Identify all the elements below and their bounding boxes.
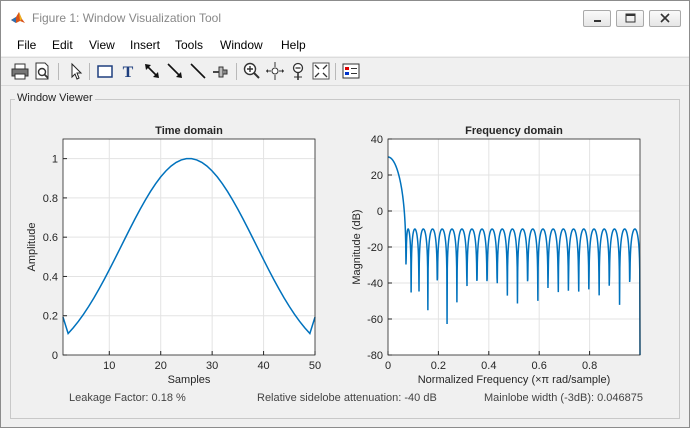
x-tick-label: 0 — [385, 360, 391, 372]
figure-window: Figure 1: Window Visualization Tool File… — [0, 0, 690, 428]
x-tick-label: 30 — [206, 360, 218, 372]
x-axis-label: Samples — [168, 374, 211, 386]
y-tick-label: -60 — [367, 314, 383, 326]
chart-title: Time domain — [155, 125, 223, 137]
y-tick-label: 0 — [377, 206, 383, 218]
x-tick-label: 0.6 — [532, 360, 547, 372]
time-domain-axes[interactable]: 10 20 30 40 50 0 0.2 0.4 0.6 0.8 1 Time domain Sampl… — [26, 125, 321, 386]
y-tick-label: 0.2 — [43, 311, 58, 323]
x-tick-label: 0.4 — [481, 360, 496, 372]
y-tick-label: 0.6 — [43, 232, 58, 244]
chart-title: Frequency domain — [465, 125, 563, 137]
y-tick-label: 40 — [371, 134, 383, 146]
x-tick-label: 50 — [309, 360, 321, 372]
sidelobe-attenuation-text: Relative sidelobe attenuation: -40 dB — [257, 392, 437, 404]
x-tick-label: 10 — [103, 360, 115, 372]
y-tick-label: 20 — [371, 170, 383, 182]
x-tick-label: 0.2 — [431, 360, 446, 372]
y-tick-label: 0.4 — [43, 271, 58, 283]
x-tick-label: 40 — [257, 360, 269, 372]
mainlobe-width-text: Mainlobe width (-3dB): 0.046875 — [484, 392, 643, 404]
x-axis-label: Normalized Frequency (×π rad/sample) — [418, 374, 611, 386]
x-tick-label: 0.8 — [582, 360, 597, 372]
plots-area: 10 20 30 40 50 0 0.2 0.4 0.6 0.8 1 Time domain Sampl… — [26, 125, 641, 386]
y-axis-label: Magnitude (dB) — [351, 209, 363, 284]
y-axis-label: Amplitude — [26, 223, 38, 272]
frequency-domain-axes[interactable]: 0 0.2 0.4 0.6 0.8 -80 -60 -40 -20 0 20 40 Frequency … — [351, 125, 641, 386]
plot-background — [63, 139, 315, 355]
y-tick-label: -40 — [367, 278, 383, 290]
leakage-factor-text: Leakage Factor: 0.18 % — [69, 392, 186, 404]
y-tick-label: 1 — [52, 154, 58, 166]
y-tick-label: 0 — [52, 350, 58, 362]
y-tick-label: 0.8 — [43, 193, 58, 205]
y-tick-label: -20 — [367, 242, 383, 254]
x-tick-label: 20 — [155, 360, 167, 372]
y-tick-label: -80 — [367, 350, 383, 362]
